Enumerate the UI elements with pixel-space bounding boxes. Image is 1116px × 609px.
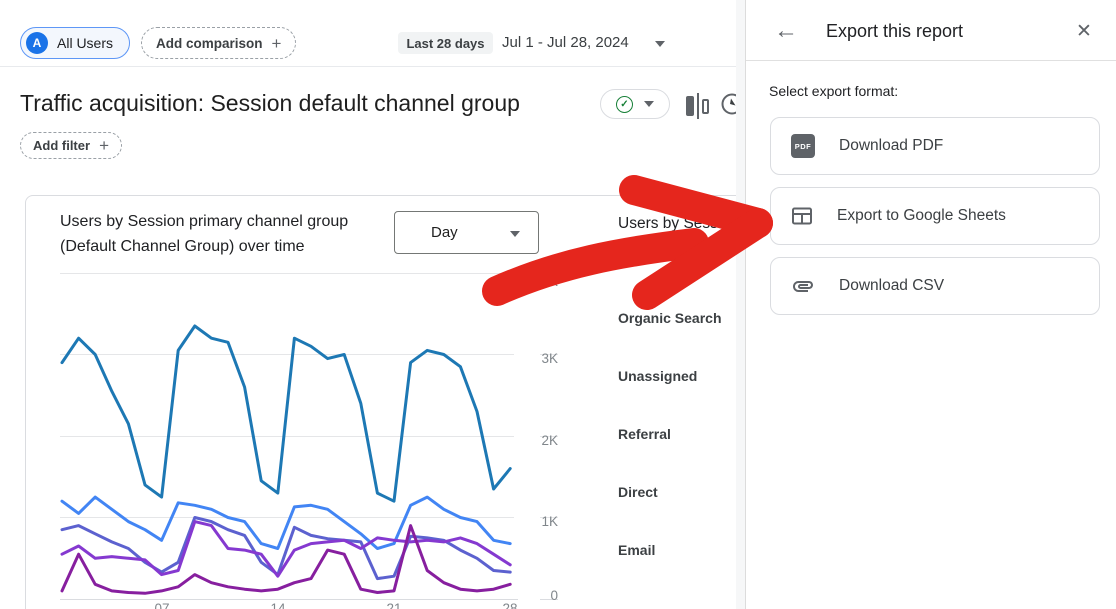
date-range-caret-icon[interactable] [655, 41, 665, 47]
download-pdf-button[interactable]: PDF Download PDF [770, 117, 1100, 175]
traffic-line-chart [40, 266, 560, 609]
add-filter-button[interactable]: Add filter + [20, 132, 122, 159]
close-icon[interactable]: ✕ [1076, 20, 1092, 43]
page-scrollbar[interactable] [736, 0, 745, 609]
status-caret-icon [644, 101, 654, 107]
attachment-icon [791, 274, 815, 298]
all-users-label: All Users [57, 35, 113, 51]
line-chart-title: Users by Session primary channel group (… [60, 209, 400, 259]
category-label-unassigned: Unassigned [618, 368, 737, 384]
granularity-caret-icon [510, 231, 520, 237]
export-panel-title: Export this report [826, 21, 963, 42]
download-csv-button[interactable]: Download CSV [770, 257, 1100, 315]
segment-avatar: A [26, 32, 48, 54]
category-label-direct: Direct [618, 484, 737, 500]
report-status-pill[interactable]: ✓ [600, 89, 670, 119]
category-label-referral: Referral [618, 426, 737, 442]
all-users-segment-chip[interactable]: A All Users [20, 27, 130, 59]
granularity-select[interactable]: Day [394, 211, 539, 254]
edit-comparisons-icon[interactable] [686, 93, 709, 119]
export-google-sheets-button[interactable]: Export to Google Sheets [770, 187, 1100, 245]
check-circle-icon: ✓ [616, 96, 633, 113]
back-icon[interactable]: ← [774, 17, 798, 45]
add-filter-label: Add filter [33, 138, 90, 153]
header-divider [0, 66, 737, 67]
plus-icon: + [99, 137, 109, 154]
pdf-icon: PDF [791, 134, 815, 158]
export-drawer: ← Export this report ✕ Select export for… [745, 0, 1116, 609]
add-comparison-label: Add comparison [156, 36, 263, 51]
line-series-organic-search [62, 326, 510, 501]
granularity-value: Day [431, 224, 458, 241]
analytics-report-page: A All Users Add comparison + Last 28 day… [0, 0, 1116, 609]
category-label-organic-search: Organic Search [618, 310, 737, 326]
add-comparison-button[interactable]: Add comparison + [141, 27, 296, 59]
bar-chart-title: Users by Session primary channel group (… [618, 211, 737, 265]
category-label-email: Email [618, 542, 737, 558]
export-format-subtitle: Select export format: [769, 83, 898, 99]
panel-divider [746, 60, 1116, 61]
table-icon [791, 205, 813, 227]
page-title: Traffic acquisition: Session default cha… [20, 90, 520, 117]
date-range-value[interactable]: Jul 1 - Jul 28, 2024 [502, 34, 629, 51]
date-range-badge: Last 28 days [398, 32, 493, 54]
plus-icon: + [272, 35, 282, 52]
